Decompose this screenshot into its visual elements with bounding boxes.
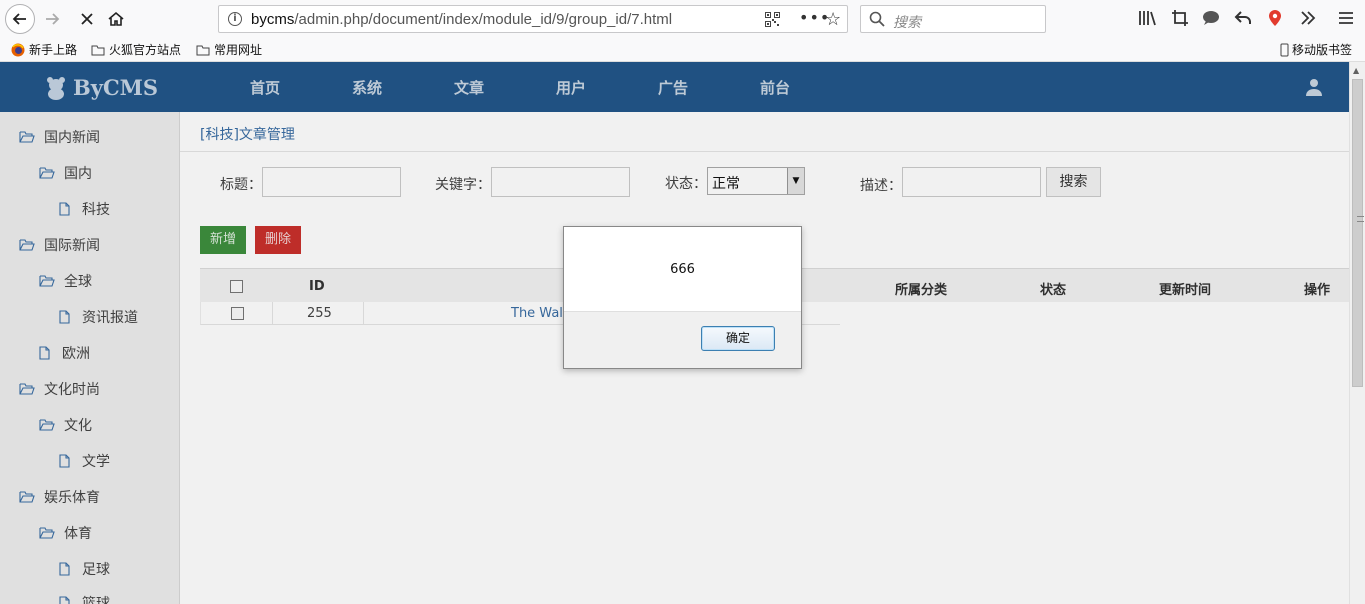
menu-button[interactable]: [1336, 8, 1356, 30]
home-icon: [108, 11, 124, 26]
scroll-up-arrow-icon[interactable]: ▲: [1353, 66, 1359, 75]
info-icon[interactable]: i: [228, 12, 242, 26]
bookmark-label: 新手上路: [29, 43, 78, 57]
scrollbar-thumb[interactable]: [1352, 79, 1364, 387]
url-path: /admin.php/document/index/module_id/9/gr…: [294, 11, 673, 28]
library-button[interactable]: [1137, 8, 1157, 30]
chat-button[interactable]: [1201, 8, 1221, 30]
home-button[interactable]: [102, 5, 130, 33]
search-bar[interactable]: 搜索: [860, 5, 1046, 33]
undo-arrow-icon: [1234, 11, 1251, 24]
url-bar[interactable]: i bycms/admin.php/document/index/module_…: [218, 5, 848, 33]
library-icon: [1139, 11, 1156, 26]
qr-code-icon[interactable]: [765, 12, 780, 27]
forward-button[interactable]: [38, 5, 66, 33]
undo-button[interactable]: [1233, 8, 1253, 30]
scrollbar-grip-icon: [1357, 216, 1364, 222]
arrow-right-icon: [46, 13, 60, 25]
map-pin-icon: [1269, 10, 1281, 26]
alert-footer: 确定: [564, 311, 801, 368]
bookmarks-bar: 新手上路 火狐官方站点 常用网址 移动版书签: [0, 38, 1365, 62]
overflow-button[interactable]: [1298, 8, 1318, 30]
folder-icon: [91, 45, 105, 55]
back-button[interactable]: [5, 4, 35, 34]
browser-toolbar: i bycms/admin.php/document/index/module_…: [0, 0, 1365, 38]
bookmark-label: 常用网址: [214, 43, 263, 57]
alert-message: 666: [670, 262, 695, 277]
close-icon: [81, 13, 93, 25]
vertical-scrollbar[interactable]: ▲: [1349, 62, 1365, 604]
ok-button[interactable]: 确定: [701, 326, 775, 351]
url-text[interactable]: bycms/admin.php/document/index/module_id…: [251, 11, 672, 28]
screenshot-button[interactable]: [1170, 8, 1190, 30]
mobile-bookmarks-label: 移动版书签: [1292, 43, 1353, 57]
location-button[interactable]: [1265, 8, 1285, 30]
folder-icon: [196, 45, 210, 55]
search-icon: [869, 11, 885, 27]
stop-button[interactable]: [73, 5, 101, 33]
firefox-icon: [11, 43, 25, 56]
star-icon[interactable]: ☆: [825, 9, 841, 30]
bookmark-item[interactable]: 常用网址: [196, 41, 262, 58]
bookmark-item[interactable]: 新手上路: [11, 41, 77, 58]
url-host: bycms: [251, 11, 295, 28]
arrow-left-icon: [12, 13, 26, 25]
mobile-phone-icon: [1280, 43, 1289, 56]
bookmark-item[interactable]: 火狐官方站点: [91, 41, 181, 58]
search-placeholder: 搜索: [893, 15, 921, 31]
chat-bubble-icon: [1203, 11, 1219, 25]
double-chevron-right-icon: [1301, 11, 1316, 25]
mobile-bookmarks[interactable]: 移动版书签: [1280, 41, 1352, 58]
bookmark-label: 火狐官方站点: [109, 43, 182, 57]
crop-icon: [1172, 10, 1188, 26]
alert-dialog: 666 确定: [563, 226, 802, 369]
hamburger-icon: [1339, 12, 1353, 24]
